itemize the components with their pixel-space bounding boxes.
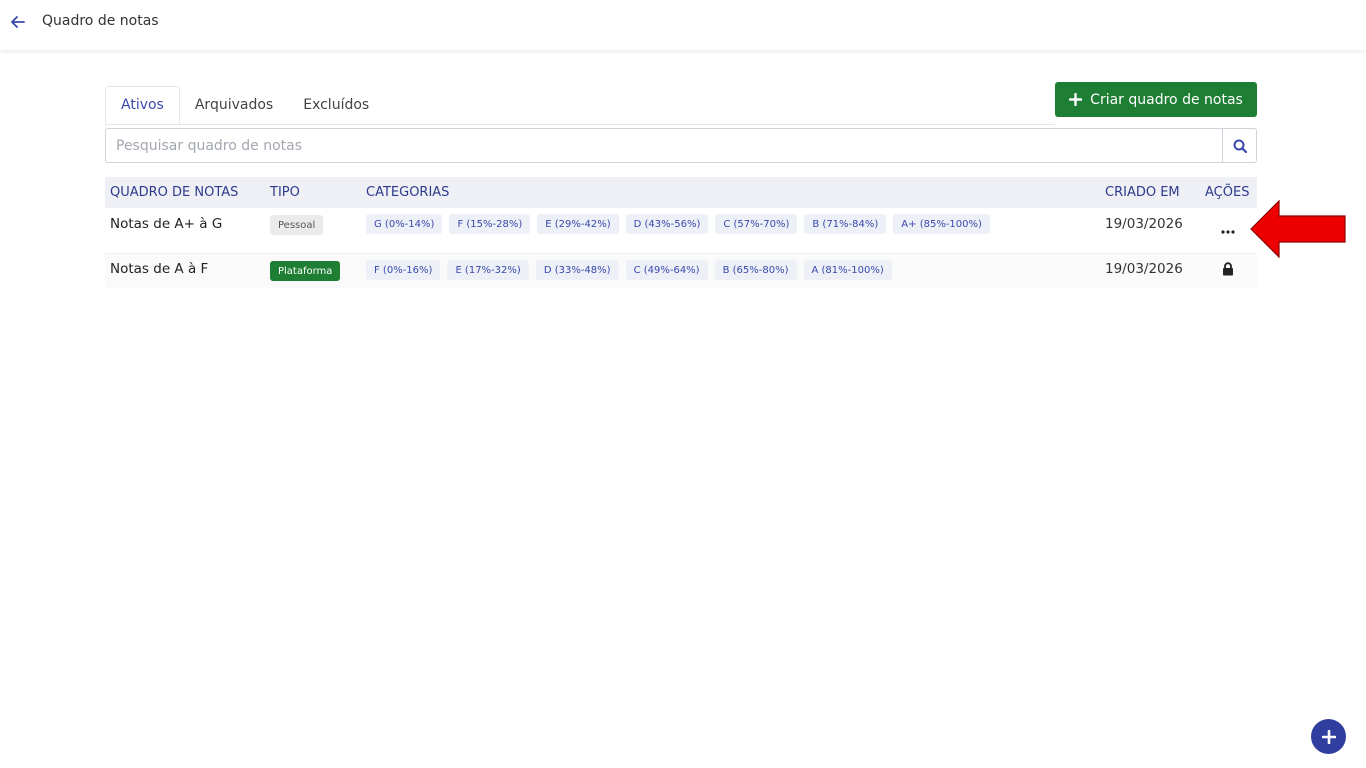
search-icon — [1233, 139, 1247, 153]
arrow-left-icon — [11, 16, 25, 28]
more-actions-button[interactable] — [1215, 222, 1241, 242]
category-chip: B (65%-80%) — [714, 260, 797, 280]
create-button-label: Criar quadro de notas — [1090, 91, 1243, 108]
table-row: Notas de A+ à G Pessoal G (0%-14%) F (15… — [105, 208, 1257, 254]
category-chip: F (15%-28%) — [449, 214, 531, 234]
search-button[interactable] — [1222, 128, 1257, 163]
category-chip: A (81%-100%) — [803, 260, 892, 280]
category-chip: G (0%-14%) — [366, 214, 443, 234]
tab-excluidos[interactable]: Excluídos — [288, 86, 384, 124]
tabs-divider — [105, 124, 1055, 125]
back-button[interactable] — [8, 12, 28, 32]
floating-add-button[interactable] — [1311, 719, 1346, 754]
column-header-name: QUADRO DE NOTAS — [110, 185, 239, 200]
created-date: 19/03/2026 — [1105, 216, 1183, 232]
category-chip: D (43%-56%) — [625, 214, 709, 234]
lock-indicator — [1215, 259, 1241, 279]
more-horizontal-icon — [1221, 230, 1235, 234]
red-arrow-pointer-icon — [1250, 200, 1346, 258]
grade-board-name: Notas de A+ à G — [110, 216, 223, 232]
column-header-actions: AÇÕES — [1205, 185, 1250, 200]
type-badge: Pessoal — [270, 215, 324, 235]
create-grade-board-button[interactable]: Criar quadro de notas — [1055, 82, 1257, 117]
lock-icon — [1223, 262, 1233, 276]
grade-board-table: QUADRO DE NOTAS TIPO CATEGORIAS CRIADO E… — [105, 177, 1257, 288]
search-bar — [105, 128, 1257, 163]
plus-icon — [1321, 729, 1336, 744]
category-chip: F (0%-16%) — [366, 260, 441, 280]
search-input[interactable] — [105, 128, 1222, 163]
category-chip: E (17%-32%) — [447, 260, 529, 280]
page-title: Quadro de notas — [42, 13, 159, 29]
category-chip: B (71%-84%) — [804, 214, 887, 234]
column-header-type: TIPO — [270, 185, 300, 200]
column-header-categories: CATEGORIAS — [366, 185, 450, 200]
tab-arquivados[interactable]: Arquivados — [180, 86, 288, 124]
grade-board-name: Notas de A à F — [110, 261, 209, 277]
category-chip: D (33%-48%) — [535, 260, 619, 280]
created-date: 19/03/2026 — [1105, 261, 1183, 277]
tabs: Ativos Arquivados Excluídos — [105, 86, 384, 124]
categories-list: G (0%-14%) F (15%-28%) E (29%-42%) D (43… — [366, 214, 990, 234]
category-chip: C (57%-70%) — [715, 214, 798, 234]
category-chip: E (29%-42%) — [537, 214, 619, 234]
tab-ativos[interactable]: Ativos — [105, 86, 180, 124]
table-header: QUADRO DE NOTAS TIPO CATEGORIAS CRIADO E… — [105, 177, 1257, 208]
categories-list: F (0%-16%) E (17%-32%) D (33%-48%) C (49… — [366, 260, 892, 280]
category-chip: A+ (85%-100%) — [893, 214, 990, 234]
plus-icon — [1069, 93, 1083, 106]
top-bar: Quadro de notas — [0, 0, 1366, 50]
category-chip: C (49%-64%) — [625, 260, 708, 280]
type-badge: Plataforma — [270, 261, 341, 281]
column-header-created: CRIADO EM — [1105, 185, 1180, 200]
table-row: Notas de A à F Plataforma F (0%-16%) E (… — [105, 254, 1257, 288]
